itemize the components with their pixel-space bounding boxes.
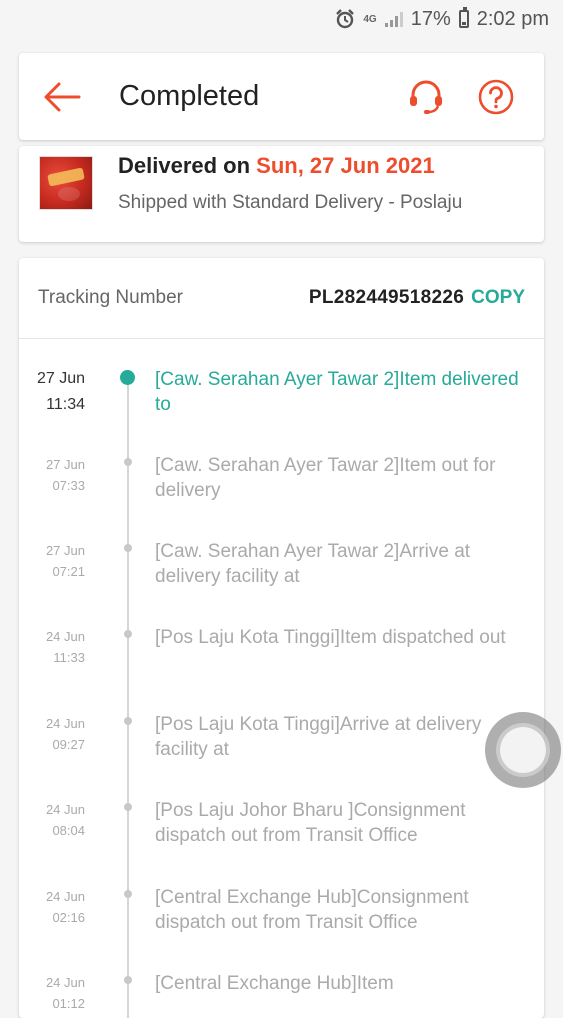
timeline-dot	[124, 717, 132, 725]
network-type-icon: 4G	[363, 13, 377, 25]
alarm-icon	[335, 9, 355, 29]
signal-icon	[384, 11, 403, 27]
event-date: 27 Jun	[45, 457, 85, 472]
help-button[interactable]	[474, 75, 518, 119]
assistive-touch-button[interactable]	[485, 712, 561, 788]
timeline-dot	[124, 544, 132, 552]
event-description: [Pos Laju Johor Bharu ]Consignment dispa…	[155, 800, 466, 846]
timeline-dot	[124, 458, 132, 466]
event-description: [Caw. Serahan Ayer Tawar 2]Arrive at del…	[155, 541, 471, 587]
event-time: 07:33	[52, 478, 85, 493]
event-time: 11:34	[46, 396, 85, 413]
event-description: [Pos Laju Kota Tinggi]Item dispatched ou…	[155, 627, 506, 648]
event-description: [Central Exchange Hub]Item	[155, 973, 394, 994]
event-time: 02:16	[52, 910, 85, 925]
event-time: 07:21	[52, 564, 85, 579]
event-date: 27 Jun	[36, 370, 85, 387]
shipping-method: Shipped with Standard Delivery - Poslaju	[118, 192, 463, 213]
tracking-number-value: PL282449518226	[308, 287, 465, 308]
back-button[interactable]	[37, 72, 87, 122]
assistive-touch-icon	[500, 727, 546, 773]
copy-tracking-button[interactable]: COPY	[471, 287, 525, 309]
event-date: 24 Jun	[45, 889, 85, 904]
timeline-line	[127, 378, 129, 1018]
timeline-dot	[120, 370, 135, 385]
delivered-date: Sun, 27 Jun 2021	[256, 153, 435, 178]
delivery-summary-card: Delivered on Sun, 27 Jun 2021 Shipped wi…	[19, 146, 544, 242]
event-description: [Caw. Serahan Ayer Tawar 2]Item delivere…	[155, 369, 519, 415]
delivered-status: Delivered on Sun, 27 Jun 2021	[118, 153, 435, 178]
event-description: [Pos Laju Kota Tinggi]Arrive at delivery…	[155, 714, 482, 760]
event-description: [Central Exchange Hub]Consignment dispat…	[155, 887, 469, 933]
event-date: 27 Jun	[45, 543, 85, 558]
header-bar: Completed	[19, 53, 544, 140]
timeline-dot	[124, 976, 132, 984]
timeline-dot	[124, 630, 132, 638]
event-date: 24 Jun	[45, 975, 85, 990]
timeline-dot	[124, 890, 132, 898]
tracking-card: Tracking Number PL282449518226 COPY 27 J…	[19, 258, 544, 1018]
event-time: 09:27	[52, 737, 85, 752]
page-title: Completed	[119, 80, 260, 112]
question-circle-icon	[478, 79, 514, 114]
battery-percent: 17%	[410, 7, 451, 30]
timeline-dot	[124, 803, 132, 811]
event-time: 08:04	[52, 823, 85, 838]
event-time: 11:33	[53, 650, 85, 665]
clock-time: 2:02 pm	[476, 7, 549, 30]
tracking-number-label: Tracking Number	[38, 287, 184, 308]
tracking-number-row: Tracking Number PL282449518226 COPY	[19, 258, 544, 339]
customer-support-button[interactable]	[404, 75, 448, 119]
arrow-left-icon	[44, 82, 81, 111]
event-date: 24 Jun	[45, 802, 85, 817]
event-date: 24 Jun	[45, 716, 85, 731]
product-thumbnail	[39, 156, 93, 210]
status-bar: 4G 17% 2:02 pm	[0, 0, 563, 38]
headset-icon	[410, 80, 442, 114]
event-time: 01:12	[52, 996, 85, 1011]
battery-icon	[458, 7, 469, 28]
event-description: [Caw. Serahan Ayer Tawar 2]Item out for …	[155, 455, 496, 501]
event-date: 24 Jun	[45, 629, 85, 644]
